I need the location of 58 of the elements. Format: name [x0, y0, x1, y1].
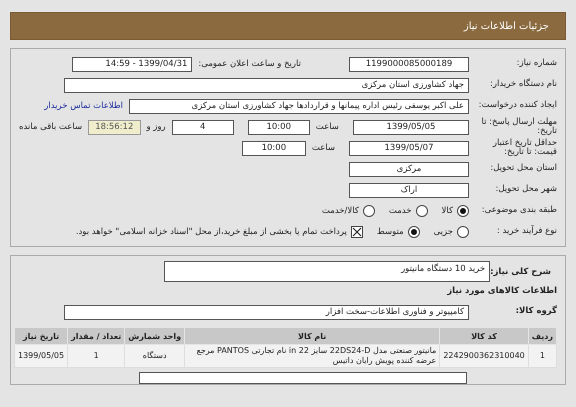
text-field[interactable]: 1399/04/31 - 14:59 [72, 56, 192, 72]
option-label: خدمت [388, 206, 412, 216]
option-label: کالا/خدمت [322, 206, 359, 216]
field-label: ساعت باقی مانده [19, 122, 82, 132]
text-field[interactable]: 18:56:12 [88, 120, 140, 134]
column-header: ردیف [528, 328, 556, 344]
checkbox-label: پرداخت تمام یا بخشی از مبلغ خرید،از محل "اسناد خزانه اسلامی" خواهد بود. [76, 227, 347, 237]
radio-button[interactable] [457, 226, 469, 238]
option-label: متوسط [376, 227, 404, 237]
table-cell: 1 [528, 344, 556, 368]
contact-link[interactable]: اطلاعات تماس خریدار [44, 101, 123, 111]
field-label: نام دستگاه خریدار: [489, 80, 557, 90]
radio-button[interactable] [416, 205, 428, 217]
option-label: کالا [442, 206, 453, 216]
table-cell: دستگاه [124, 344, 185, 368]
table-cell: 1 [68, 344, 125, 368]
field-label: گروه کالا: [514, 307, 557, 317]
field-label: ساعت [316, 122, 339, 132]
radio-button[interactable] [362, 205, 375, 217]
text-field[interactable]: 10:00 [248, 120, 310, 134]
section-heading: اطلاعات کالاهای مورد نیاز [446, 286, 557, 296]
text-field[interactable]: 10:00 [242, 140, 306, 156]
field-label: روز و [146, 122, 166, 132]
text-field[interactable] [139, 372, 467, 384]
text-field[interactable]: مرکزی [349, 162, 469, 176]
text-field[interactable]: کامپیوتر و فناوری اطلاعات-سخت افزار [64, 304, 469, 320]
column-header: تعداد / مقدار [68, 328, 125, 344]
field-label: شماره نیاز: [516, 59, 557, 69]
text-field[interactable]: 4 [172, 120, 234, 134]
field-label: حداقل تاریخ اعتبار قیمت: تا تاریخ: [492, 138, 557, 158]
field-label: طبقه بندی موضوعی: [480, 206, 557, 216]
text-field[interactable]: جهاد کشاورزی استان مرکزی [64, 78, 469, 92]
radio-button[interactable] [457, 205, 469, 217]
text-field[interactable]: علی اکبر یوسفی رئیس اداره پیمانها و قراردادها جهاد کشاورزی استان مرکزی [129, 98, 469, 114]
field-label: شرح کلی نیاز: [490, 266, 551, 276]
radio-button[interactable] [408, 226, 420, 238]
field-label: استان محل تحویل: [489, 164, 557, 174]
checkbox[interactable] [350, 226, 363, 238]
header-title: جزئیات اطلاعات نیاز [464, 20, 549, 32]
field-label: شهر محل تحویل: [494, 185, 557, 195]
description-field[interactable]: خرید 10 دستگاه مانیتور [164, 261, 490, 282]
column-header: کد کالا [440, 328, 528, 344]
option-label: جزیی [434, 227, 453, 237]
table-cell: 2242900362310040 [440, 344, 528, 368]
field-label: نوع فرآیند خرید : [496, 227, 557, 237]
table-cell: مانیتور صنعتی مدل 22DS24-D سایز 22 in نام تجارتی PANTOS مرجع عرضه کننده پویش رایان داتیس [184, 344, 440, 368]
field-label: تاریخ و ساعت اعلان عمومی: [198, 59, 301, 69]
text-field[interactable]: 1199000085000189 [349, 56, 469, 72]
text-field[interactable]: 1399/05/05 [352, 120, 469, 134]
field-label: ساعت [312, 143, 335, 153]
column-header: نام کالا [184, 328, 440, 344]
column-header: واحد شمارش [124, 328, 185, 344]
column-header: تاریخ نیاز [14, 328, 68, 344]
text-field[interactable]: اراک [349, 182, 469, 198]
field-label: ایجاد کننده درخواست: [478, 101, 557, 111]
field-label: مهلت ارسال پاسخ: تا تاریخ: [480, 118, 557, 136]
table-cell: 1399/05/05 [14, 344, 68, 368]
text-field[interactable]: 1399/05/07 [349, 140, 469, 156]
